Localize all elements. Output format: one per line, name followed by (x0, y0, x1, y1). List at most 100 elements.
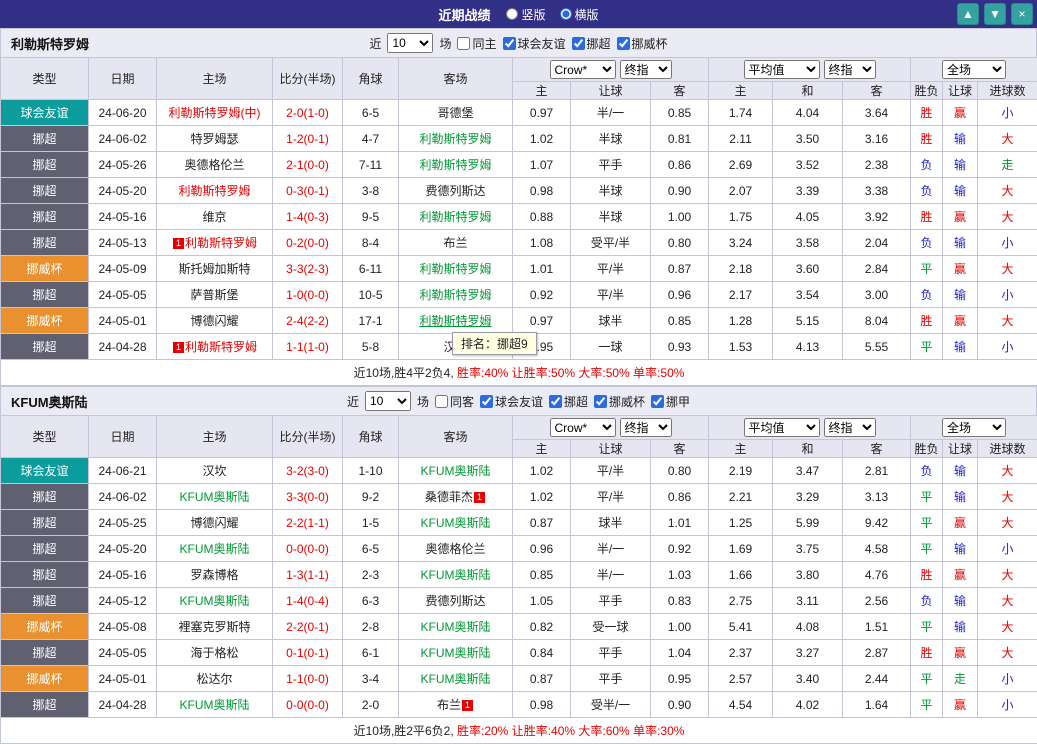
recent-count-select[interactable]: 10 (365, 391, 411, 411)
home-team-link[interactable]: 博德闪耀 (190, 516, 238, 530)
competition-filter[interactable]: 挪超 (572, 35, 611, 52)
odds-value: 0.84 (513, 640, 571, 666)
competition-filter-checkbox[interactable] (617, 37, 630, 50)
competition-filter-checkbox[interactable] (457, 37, 470, 50)
recent-count-select[interactable]: 10 (387, 33, 433, 53)
layout-radio-option[interactable]: 横版 (560, 6, 599, 23)
bookmaker-select[interactable]: Crow* (550, 418, 616, 437)
away-team-link[interactable]: 布兰 (437, 698, 461, 712)
away-team-cell: KFUM奥斯陆 (399, 510, 513, 536)
home-team-link[interactable]: 利勒斯特罗姆 (185, 340, 257, 354)
odds-value: 1.74 (709, 100, 773, 126)
odds-value: 平/半 (571, 256, 651, 282)
move-down-button[interactable]: ▼ (984, 3, 1006, 25)
home-team-link[interactable]: 松达尔 (196, 672, 232, 686)
layout-radio-input[interactable] (506, 8, 518, 20)
match-score: 1-4(0-4) (273, 588, 343, 614)
competition-filter-checkbox[interactable] (503, 37, 516, 50)
competition-filter[interactable]: 同客 (435, 393, 474, 410)
competition-filter[interactable]: 球会友谊 (503, 35, 566, 52)
away-team-link[interactable]: 利勒斯特罗姆 (419, 158, 491, 172)
average-stage-select[interactable]: 终指 (824, 60, 876, 79)
competition-filter-checkbox[interactable] (572, 37, 585, 50)
home-team-link[interactable]: 利勒斯特罗姆 (185, 236, 257, 250)
home-team-link[interactable]: 利勒斯特罗姆 (178, 184, 250, 198)
home-team-link[interactable]: 汉坎 (202, 464, 226, 478)
home-team-link[interactable]: 博德闪耀 (190, 314, 238, 328)
competition-filter[interactable]: 挪超 (549, 393, 588, 410)
average-select[interactable]: 平均值 (744, 418, 820, 437)
away-team-link[interactable]: KFUM奥斯陆 (421, 620, 491, 634)
away-team-link[interactable]: 利勒斯特罗姆 (419, 132, 491, 146)
competition-filter-checkbox[interactable] (651, 395, 664, 408)
away-team-link[interactable]: 布兰 (443, 236, 467, 250)
competition-filter[interactable]: 挪甲 (651, 393, 690, 410)
competition-filter-checkbox[interactable] (549, 395, 562, 408)
red-card-badge: 1 (474, 492, 485, 503)
home-team-link[interactable]: 维京 (202, 210, 226, 224)
home-team-link[interactable]: KFUM奥斯陆 (180, 698, 250, 712)
competition-filter[interactable]: 挪威杯 (617, 35, 668, 52)
odds-value: 0.85 (513, 562, 571, 588)
average-stage-select[interactable]: 终指 (824, 418, 876, 437)
away-team-cell: 奥德格伦兰 (399, 536, 513, 562)
home-team-link[interactable]: KFUM奥斯陆 (180, 490, 250, 504)
away-team-link[interactable]: 哥德堡 (437, 106, 473, 120)
away-team-link[interactable]: 费德列斯达 (425, 184, 485, 198)
competition-filter[interactable]: 同主 (457, 35, 496, 52)
home-team-link[interactable]: 利勒斯特罗姆(中) (169, 106, 261, 120)
away-team-link[interactable]: 利勒斯特罗姆 (419, 314, 491, 328)
home-team-link[interactable]: 萨普斯堡 (190, 288, 238, 302)
away-team-link[interactable]: 桑德菲杰 (425, 490, 473, 504)
match-date: 24-05-25 (89, 510, 157, 536)
match-row: 挪超 24-05-13 1利勒斯特罗姆 0-2(0-0) 8-4 布兰 1.08… (1, 230, 1037, 256)
away-team-link[interactable]: 奥德格伦兰 (425, 542, 485, 556)
home-team-link[interactable]: 斯托姆加斯特 (178, 262, 250, 276)
away-team-link[interactable]: KFUM奥斯陆 (421, 672, 491, 686)
scope-select[interactable]: 全场 (942, 60, 1006, 79)
match-date: 24-05-05 (89, 640, 157, 666)
home-team-link[interactable]: 海于格松 (190, 646, 238, 660)
away-team-link[interactable]: 费德列斯达 (425, 594, 485, 608)
competition-filter-checkbox[interactable] (594, 395, 607, 408)
away-team-link[interactable]: KFUM奥斯陆 (421, 464, 491, 478)
average-select[interactable]: 平均值 (744, 60, 820, 79)
home-team-link[interactable]: 罗森博格 (190, 568, 238, 582)
odds-stage-select[interactable]: 终指 (620, 418, 672, 437)
competition-type: 挪超 (1, 152, 89, 178)
away-team-link[interactable]: 利勒斯特罗姆 (419, 262, 491, 276)
home-team-link[interactable]: 裡塞克罗斯特 (178, 620, 250, 634)
home-team-link[interactable]: KFUM奥斯陆 (180, 542, 250, 556)
away-team-link[interactable]: KFUM奥斯陆 (421, 568, 491, 582)
away-team-link[interactable]: KFUM奥斯陆 (421, 516, 491, 530)
competition-filter-checkbox[interactable] (480, 395, 493, 408)
result-value: 大 (978, 640, 1037, 666)
result-value: 赢 (943, 692, 978, 718)
bookmaker-select[interactable]: Crow* (550, 60, 616, 79)
home-team-link[interactable]: KFUM奥斯陆 (180, 594, 250, 608)
scope-select[interactable]: 全场 (942, 418, 1006, 437)
layout-radio-input[interactable] (560, 8, 572, 20)
competition-filter[interactable]: 挪威杯 (594, 393, 645, 410)
home-team-link[interactable]: 特罗姆瑟 (190, 132, 238, 146)
odds-value: 0.90 (651, 178, 709, 204)
match-row: 挪超 24-05-16 罗森博格 1-3(1-1) 2-3 KFUM奥斯陆 0.… (1, 562, 1037, 588)
result-value: 输 (943, 614, 978, 640)
sub-column-header: 主 (709, 440, 773, 458)
odds-stage-select[interactable]: 终指 (620, 60, 672, 79)
close-button[interactable]: × (1011, 3, 1033, 25)
odds-value: 1.53 (709, 334, 773, 360)
home-team-cell: 1利勒斯特罗姆 (157, 230, 273, 256)
competition-filter-label: 挪威杯 (609, 393, 645, 410)
layout-radio-option[interactable]: 竖版 (506, 6, 545, 23)
away-team-link[interactable]: 利勒斯特罗姆 (419, 288, 491, 302)
away-team-link[interactable]: KFUM奥斯陆 (421, 646, 491, 660)
match-score: 2-2(0-1) (273, 614, 343, 640)
competition-filter-checkbox[interactable] (435, 395, 448, 408)
move-up-button[interactable]: ▲ (957, 3, 979, 25)
filter-bar: 近 10 场 同客 球会友谊 挪超 挪威杯 挪甲 (347, 391, 690, 411)
result-value: 平 (911, 536, 943, 562)
home-team-link[interactable]: 奥德格伦兰 (184, 158, 244, 172)
away-team-link[interactable]: 利勒斯特罗姆 (419, 210, 491, 224)
competition-filter[interactable]: 球会友谊 (480, 393, 543, 410)
